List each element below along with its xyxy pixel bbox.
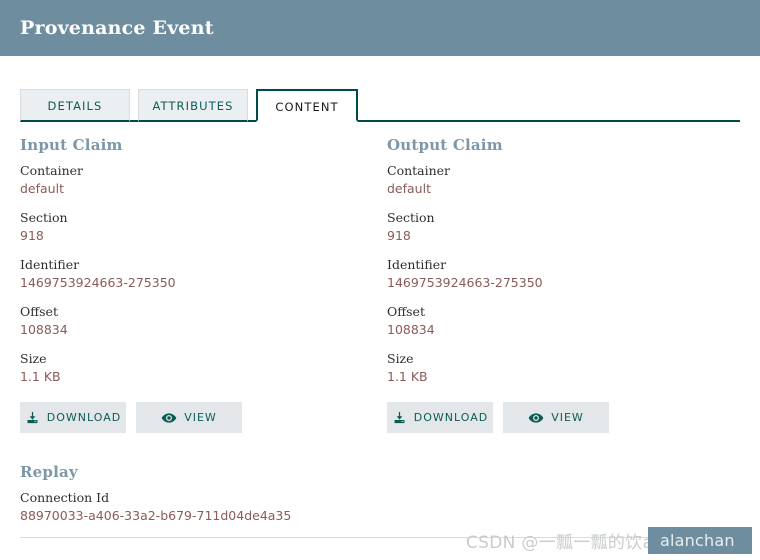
tab-details[interactable]: DETAILS — [20, 89, 130, 122]
replay-section: Replay Connection Id 88970033-a406-33a2-… — [20, 463, 740, 538]
field-value: 108834 — [387, 322, 435, 337]
tab-bar: DETAILS ATTRIBUTES CONTENT — [0, 76, 760, 122]
button-label: VIEW — [184, 411, 217, 424]
field-value: 1.1 KB — [387, 369, 428, 384]
output-view-button[interactable]: VIEW — [503, 402, 609, 433]
field-label: Container — [387, 163, 451, 178]
output-claim-actions: DOWNLOAD VIEW — [387, 402, 754, 433]
eye-icon — [528, 410, 544, 426]
field-value: 88970033-a406-33a2-b679-711d04de4a35 — [20, 508, 292, 523]
field-label: Offset — [387, 304, 425, 319]
input-view-button[interactable]: VIEW — [136, 402, 242, 433]
page-title: Provenance Event — [20, 17, 214, 39]
field-value: default — [387, 181, 431, 196]
field-offset: Offset 108834 — [387, 304, 754, 338]
field-label: Section — [387, 210, 435, 225]
output-claim-heading: Output Claim — [387, 136, 503, 154]
field-section: Section 918 — [387, 210, 754, 244]
button-label: VIEW — [551, 411, 584, 424]
app-header: Provenance Event — [0, 0, 760, 56]
watermark-username-badge: alanchan — [648, 527, 752, 554]
field-value: 1469753924663-275350 — [20, 275, 176, 290]
input-claim-heading: Input Claim — [20, 136, 123, 154]
field-value: 918 — [387, 228, 411, 243]
eye-icon — [161, 410, 177, 426]
field-value: 1469753924663-275350 — [387, 275, 543, 290]
field-value: 108834 — [20, 322, 68, 337]
field-label: Container — [20, 163, 84, 178]
field-connection-id: Connection Id 88970033-a406-33a2-b679-71… — [20, 490, 740, 524]
field-label: Size — [20, 351, 47, 366]
field-size: Size 1.1 KB — [20, 351, 387, 385]
tab-content[interactable]: CONTENT — [256, 89, 358, 122]
field-identifier: Identifier 1469753924663-275350 — [387, 257, 754, 291]
field-value: 918 — [20, 228, 44, 243]
field-identifier: Identifier 1469753924663-275350 — [20, 257, 387, 291]
field-container: Container default — [20, 163, 387, 197]
field-label: Connection Id — [20, 490, 110, 505]
download-icon — [392, 410, 407, 425]
replay-heading: Replay — [20, 463, 78, 481]
content-panel: Input Claim Container default Section 91… — [0, 136, 760, 538]
field-label: Identifier — [387, 257, 447, 272]
button-label: DOWNLOAD — [46, 411, 122, 424]
input-download-button[interactable]: DOWNLOAD — [20, 402, 126, 433]
input-claim-actions: DOWNLOAD VIEW — [20, 402, 387, 433]
field-size: Size 1.1 KB — [387, 351, 754, 385]
button-label: DOWNLOAD — [413, 411, 489, 424]
field-label: Offset — [20, 304, 58, 319]
output-download-button[interactable]: DOWNLOAD — [387, 402, 493, 433]
field-label: Section — [20, 210, 68, 225]
input-claim-column: Input Claim Container default Section 91… — [20, 136, 387, 433]
field-offset: Offset 108834 — [20, 304, 387, 338]
field-container: Container default — [387, 163, 754, 197]
claims-columns: Input Claim Container default Section 91… — [20, 136, 740, 433]
tab-attributes[interactable]: ATTRIBUTES — [138, 89, 248, 122]
download-icon — [25, 410, 40, 425]
field-section: Section 918 — [20, 210, 387, 244]
field-value: 1.1 KB — [20, 369, 61, 384]
field-label: Size — [387, 351, 414, 366]
field-value: default — [20, 181, 64, 196]
output-claim-column: Output Claim Container default Section 9… — [387, 136, 754, 433]
field-label: Identifier — [20, 257, 80, 272]
